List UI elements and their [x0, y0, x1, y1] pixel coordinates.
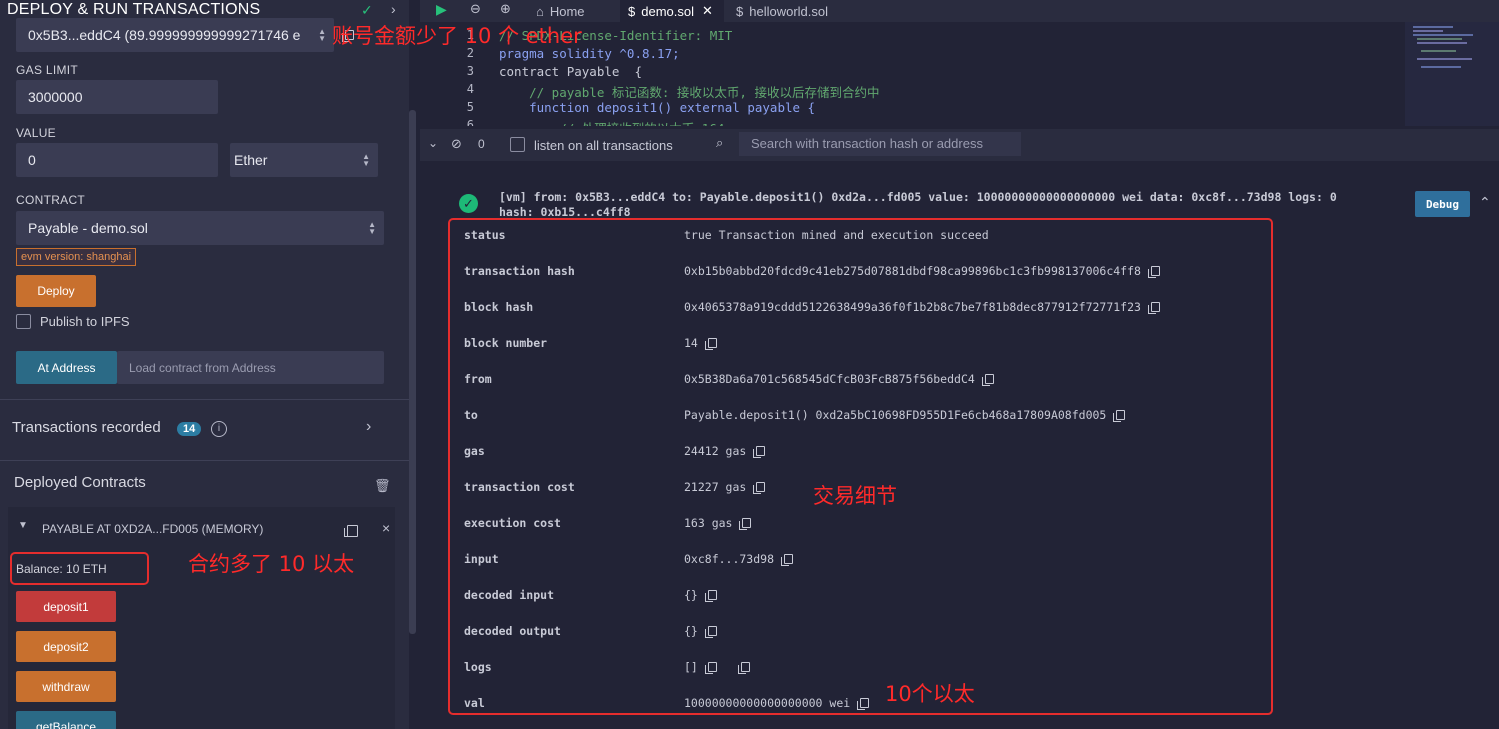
gas-limit-input[interactable]: 3000000 — [16, 80, 218, 114]
account-value: 0x5B3...eddC4 (89.999999999999271746 e — [28, 27, 301, 43]
line-number: 3 — [466, 64, 474, 78]
listen-label: listen on all transactions — [534, 138, 673, 153]
transactions-recorded-label[interactable]: Transactions recorded — [12, 419, 161, 436]
evm-version-badge: evm version: shanghai — [16, 248, 137, 266]
code-line: // payable 标记函数: 接收以太币, 接收以后存储到合约中 — [499, 85, 880, 100]
zoom-in-icon[interactable]: ⊕ — [500, 1, 511, 17]
run-icon[interactable]: ▶ — [436, 1, 447, 18]
listen-checkbox[interactable] — [510, 137, 525, 152]
function-button-2[interactable]: withdraw — [16, 671, 116, 702]
chevron-up-icon[interactable]: ⌃ — [1479, 194, 1491, 211]
function-button-label: deposit1 — [43, 599, 89, 614]
gas-limit-value: 3000000 — [28, 89, 83, 105]
tab-helloworld-sol[interactable]: $ helloworld.sol — [736, 0, 828, 22]
chevron-right-icon[interactable]: › — [391, 1, 396, 17]
debug-button[interactable]: Debug — [1415, 191, 1470, 217]
transaction-search-input[interactable]: Search with transaction hash or address — [739, 132, 1021, 156]
code-line: function deposit1() external payable { — [499, 100, 816, 115]
search-placeholder: Search with transaction hash or address — [751, 136, 983, 151]
divider — [0, 460, 409, 461]
function-button-label: withdraw — [42, 679, 90, 694]
gas-limit-label: GAS LIMIT — [16, 63, 79, 77]
solidity-file-icon: $ — [736, 3, 744, 19]
function-button-1[interactable]: deposit2 — [16, 631, 116, 662]
deployed-contracts-label: Deployed Contracts — [14, 474, 146, 491]
pending-count: 0 — [478, 137, 485, 151]
zoom-out-icon[interactable]: ⊖ — [470, 1, 481, 17]
function-button-label: getBalance — [35, 719, 97, 729]
annotation-val: 10个以太 — [885, 682, 975, 706]
search-icon: ⌕ — [716, 135, 724, 150]
deploy-label: Deploy — [37, 284, 75, 298]
value-input[interactable]: 0 — [16, 143, 218, 177]
tab-helloworld-sol-label: helloworld.sol — [749, 3, 828, 19]
function-button-3[interactable]: getBalance — [16, 711, 116, 729]
success-icon: ✓ — [459, 194, 478, 213]
home-icon: ⌂ — [536, 3, 544, 19]
close-tab-icon[interactable]: ✕ — [702, 3, 713, 19]
annotation-account: 账号金额少了 10 个 ether — [332, 24, 582, 48]
divider — [0, 399, 409, 400]
minimap[interactable] — [1405, 22, 1499, 126]
evm-version-text: evm version: shanghai — [21, 251, 132, 263]
collapse-terminal-icon[interactable]: ⌄ — [428, 136, 438, 150]
tab-demo-sol-label: demo.sol — [641, 3, 694, 19]
at-address-label: At Address — [37, 360, 96, 375]
info-icon[interactable]: i — [211, 421, 227, 437]
function-button-label: deposit2 — [43, 639, 89, 654]
value-amount: 0 — [28, 152, 36, 168]
tab-home[interactable]: ⌂ Home — [536, 0, 585, 22]
line-number: 4 — [466, 82, 474, 96]
tx-summary-line2: hash: 0xb15...c4ff8 — [499, 205, 631, 219]
value-unit-select[interactable]: Ether ▲ ▼ — [230, 143, 378, 177]
line-number: 5 — [466, 100, 474, 114]
tx-summary-line1[interactable]: [vm] from: 0x5B3...eddC4 to: Payable.dep… — [499, 190, 1337, 204]
load-contract-input[interactable]: Load contract from Address — [117, 351, 384, 384]
terminal-toolbar: ⌄ ⊘ 0 listen on all transactions ⌕ Searc… — [420, 129, 1499, 161]
instance-title: PAYABLE AT 0XD2A...FD005 (MEMORY) — [42, 522, 264, 536]
transactions-count-badge: 14 — [177, 422, 202, 436]
at-address-button[interactable]: At Address — [16, 351, 117, 384]
debug-label: Debug — [1425, 197, 1460, 211]
clear-terminal-icon[interactable]: ⊘ — [451, 136, 462, 152]
check-icon[interactable]: ✓ — [361, 2, 373, 19]
annotation-balance-box — [10, 552, 149, 585]
annotation-detail: 交易细节 — [813, 484, 897, 508]
contract-label: CONTRACT — [16, 193, 86, 207]
code-line: contract Payable { — [499, 64, 642, 79]
close-icon[interactable]: × — [382, 520, 390, 536]
publish-ipfs-label: Publish to IPFS — [40, 314, 130, 329]
editor-tab-bar: ▶ ⊖ ⊕ ⌂ Home $ demo.sol ✕ $ helloworld.s… — [420, 0, 1499, 22]
tab-home-label: Home — [549, 3, 585, 19]
annotation-contract: 合约多了 10 以太 — [188, 552, 355, 576]
tab-demo-sol[interactable]: $ demo.sol ✕ — [620, 0, 724, 22]
solidity-file-icon: $ — [628, 3, 636, 19]
line-number: 6 — [466, 118, 474, 126]
load-contract-placeholder: Load contract from Address — [129, 360, 276, 375]
value-unit: Ether — [234, 152, 268, 168]
copy-address-icon[interactable] — [344, 523, 358, 541]
chevron-right-icon[interactable]: › — [366, 418, 371, 436]
contract-select[interactable]: Payable - demo.sol ▲ ▼ — [16, 211, 384, 245]
select-arrows-icon: ▲ ▼ — [318, 27, 326, 43]
publish-ipfs-checkbox[interactable] — [16, 314, 31, 329]
annotation-detail-box — [448, 218, 1273, 715]
panel-title: DEPLOY & RUN TRANSACTIONS — [7, 1, 261, 18]
left-scrollbar[interactable] — [409, 110, 416, 634]
deploy-button[interactable]: Deploy — [16, 275, 96, 307]
account-select[interactable]: 0x5B3...eddC4 (89.999999999999271746 e ▲… — [16, 18, 334, 52]
select-arrows-icon: ▲ ▼ — [368, 220, 376, 236]
chevron-down-icon[interactable]: ▼ — [18, 520, 28, 531]
value-label: VALUE — [16, 126, 56, 140]
deploy-run-panel: DEPLOY & RUN TRANSACTIONS ✓ › 0x5B3...ed… — [0, 0, 409, 729]
select-arrows-icon: ▲ ▼ — [362, 152, 370, 168]
contract-value: Payable - demo.sol — [28, 220, 148, 236]
code-line: // 处理接收到的以太币 164 gas — [499, 118, 754, 126]
function-button-0[interactable]: deposit1 — [16, 591, 116, 622]
trash-icon[interactable]: 🗑 — [374, 478, 391, 494]
